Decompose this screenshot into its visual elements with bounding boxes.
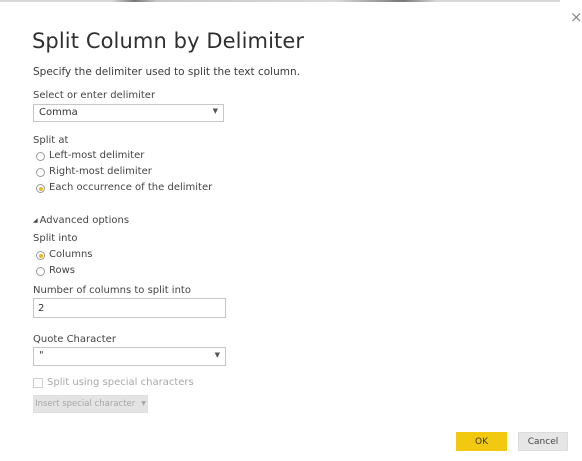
quote-character-label: Quote Character [33, 334, 116, 345]
chevron-down-icon: ▼ [214, 351, 220, 359]
special-characters-checkbox[interactable] [33, 378, 43, 388]
dialog-description: Specify the delimiter used to split the … [33, 66, 300, 78]
advanced-options-label: Advanced options [39, 215, 130, 226]
cancel-button[interactable]: Cancel [518, 432, 568, 451]
chevron-down-icon: ▼ [141, 400, 146, 407]
radio-circle [36, 267, 45, 276]
chevron-down-icon: ▼ [212, 107, 218, 115]
radio-label-left-most: Left-most delimiter [49, 150, 145, 161]
close-icon[interactable]: × [570, 10, 582, 25]
delimiter-label: Select or enter delimiter [33, 90, 156, 101]
radio-circle [36, 152, 45, 161]
radio-circle-selected [36, 251, 45, 260]
split-into-label: Split into [33, 233, 78, 244]
radio-label-rows: Rows [49, 265, 76, 276]
radio-circle [36, 168, 45, 177]
delimiter-value: Comma [39, 107, 78, 118]
special-characters-label: Split using special characters [47, 377, 194, 388]
advanced-options-toggle[interactable]: ◢ Advanced options [33, 215, 129, 226]
dialog-top-border [0, 0, 560, 2]
insert-special-character-button[interactable]: Insert special character ▼ [33, 395, 148, 413]
triangle-expand-icon: ◢ [33, 217, 38, 224]
radio-circle-selected [36, 184, 45, 193]
delimiter-dropdown[interactable]: Comma ▼ [33, 104, 224, 122]
quote-character-value: " [39, 350, 44, 361]
quote-character-dropdown[interactable]: " ▼ [33, 347, 226, 366]
radio-label-right-most: Right-most delimiter [49, 166, 152, 177]
num-columns-label: Number of columns to split into [33, 285, 191, 296]
insert-special-character-label: Insert special character [35, 399, 136, 409]
split-at-label: Split at [33, 135, 69, 146]
ok-button[interactable]: OK [456, 432, 507, 451]
radio-label-each-occurrence: Each occurrence of the delimiter [49, 182, 213, 193]
radio-label-columns: Columns [49, 249, 93, 260]
dialog-title: Split Column by Delimiter [32, 29, 305, 53]
num-columns-input[interactable] [33, 298, 226, 318]
